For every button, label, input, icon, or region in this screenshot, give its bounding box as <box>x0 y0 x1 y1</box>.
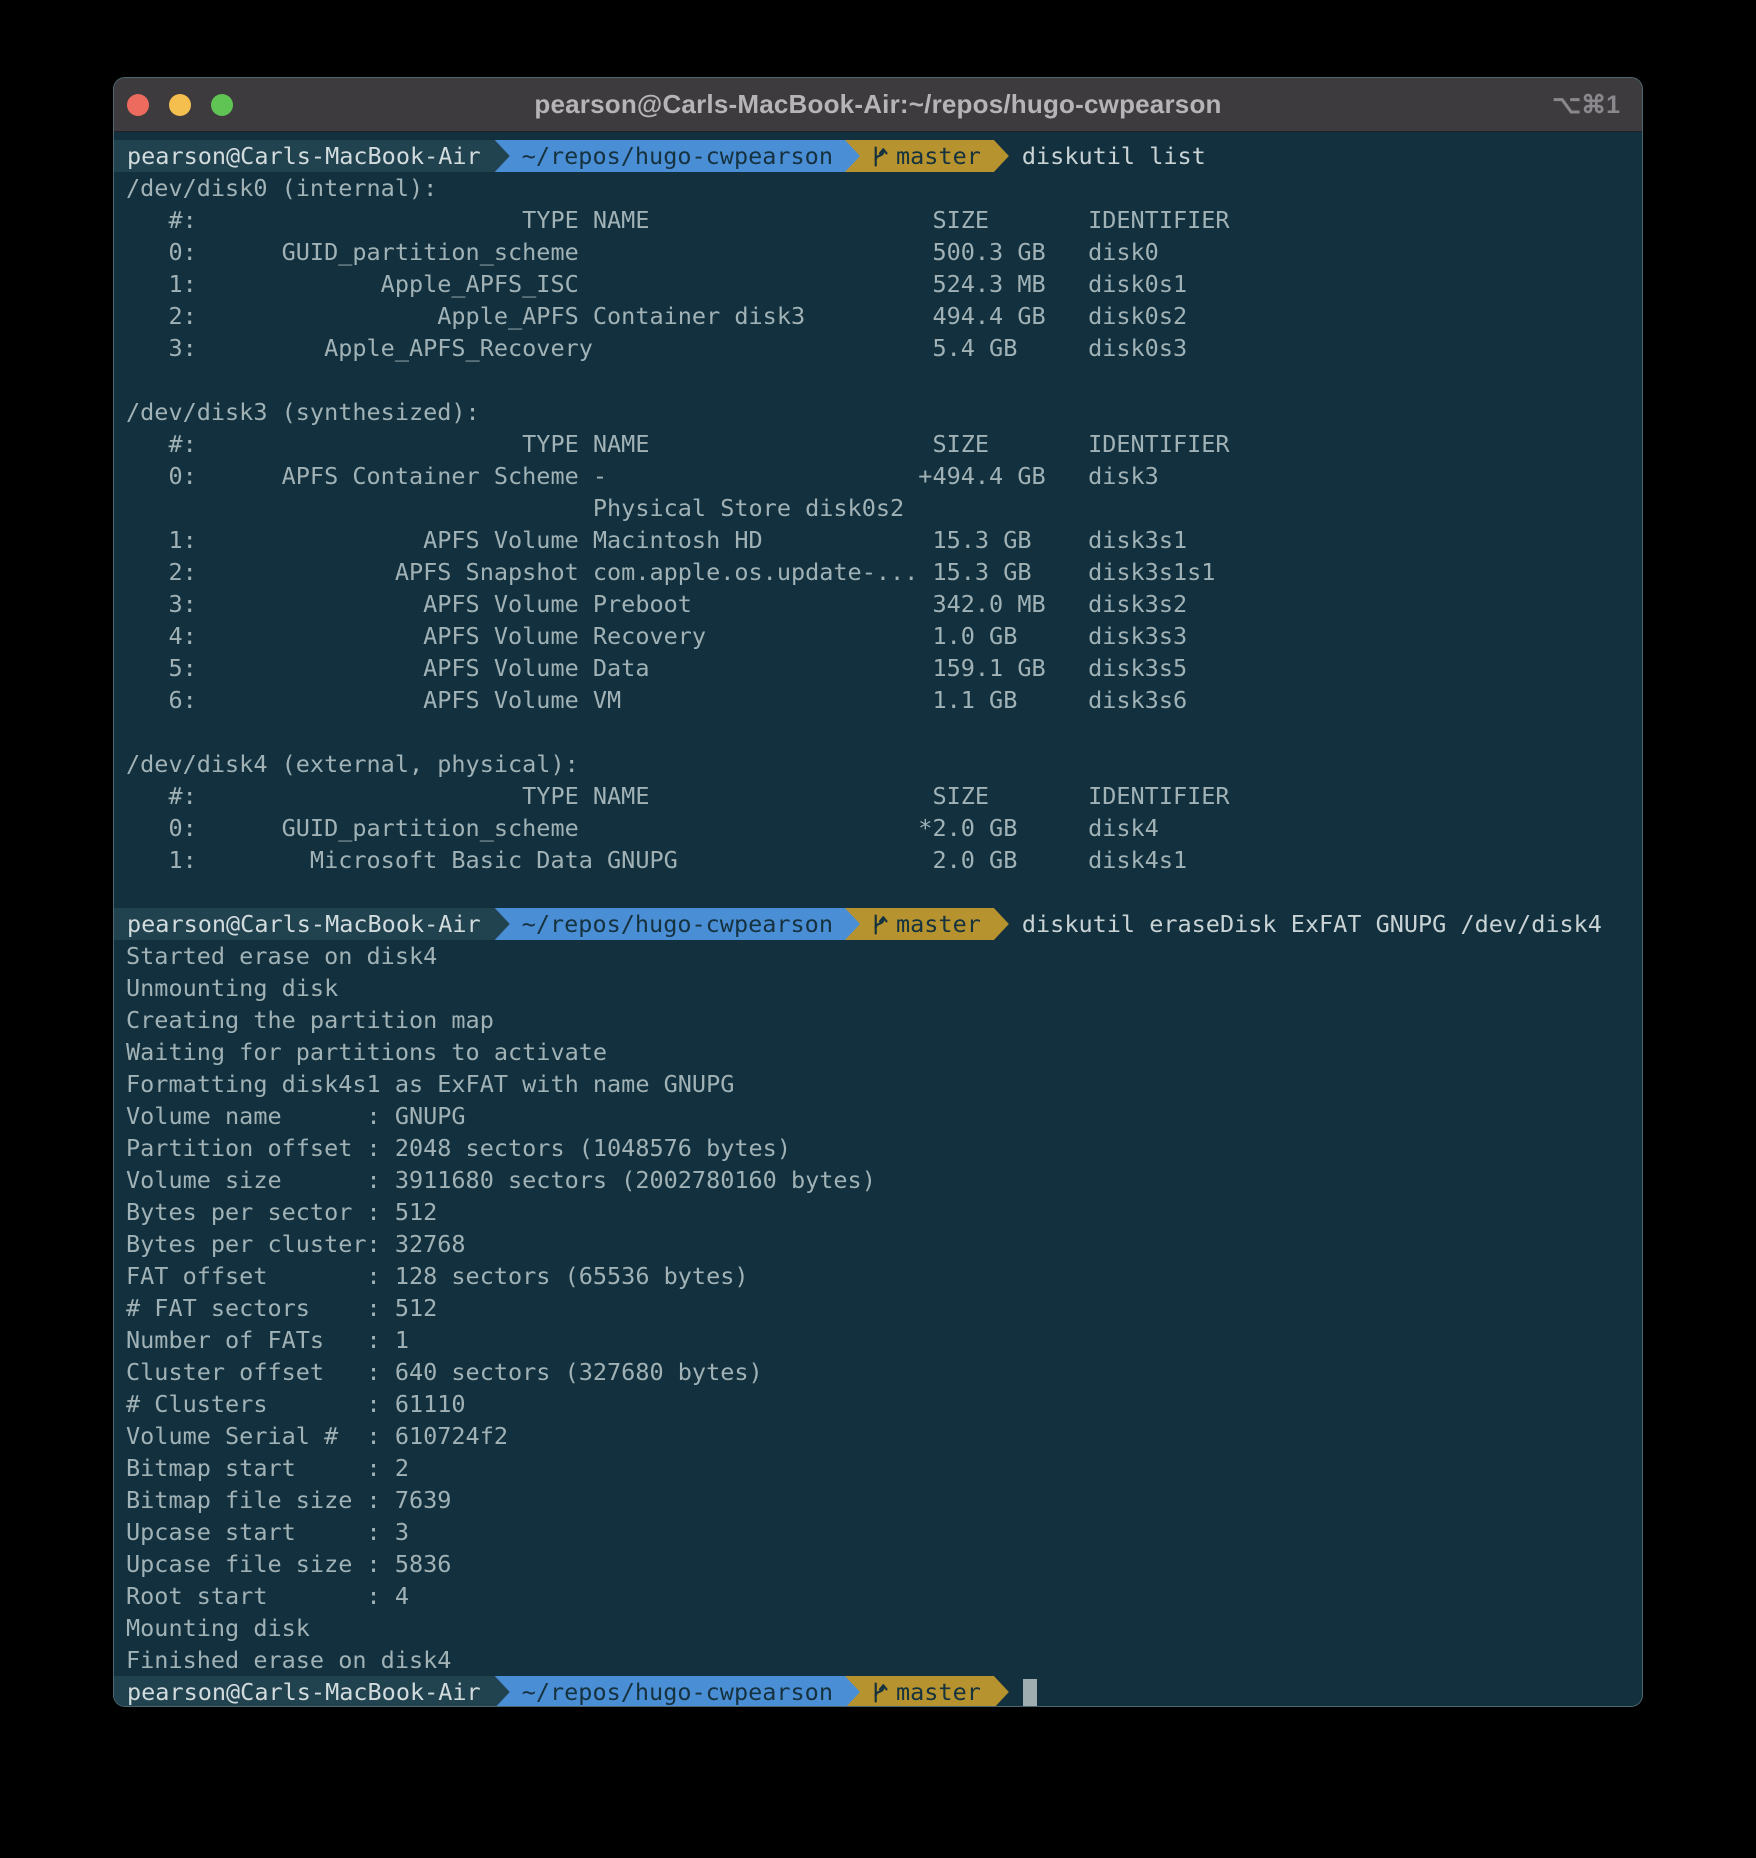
git-branch-name: master <box>896 908 981 940</box>
traffic-light-group <box>127 78 233 131</box>
powerline-arrow-icon <box>994 140 1009 172</box>
command-text-1: diskutil list <box>1022 140 1206 172</box>
prompt-segment-git: master <box>860 140 994 172</box>
powerline-arrow-icon <box>994 908 1009 940</box>
prompt-segment-directory: ~/repos/hugo-cwpearson <box>510 1676 845 1707</box>
powerline-arrow-icon <box>495 908 510 940</box>
prompt-user-host: pearson@Carls-MacBook-Air <box>127 1676 481 1707</box>
git-branch-name: master <box>896 140 981 172</box>
powerline-arrow-icon <box>845 1676 860 1707</box>
powerline-arrow-icon <box>845 908 860 940</box>
minimize-button[interactable] <box>169 94 191 116</box>
zoom-button[interactable] <box>211 94 233 116</box>
prompt-directory: ~/repos/hugo-cwpearson <box>522 1676 833 1707</box>
diskutil-list-output: /dev/disk0 (internal): #: TYPE NAME SIZE… <box>114 172 1642 876</box>
window-title: pearson@Carls-MacBook-Air:~/repos/hugo-c… <box>534 89 1221 120</box>
powerline-arrow-icon <box>495 1676 510 1707</box>
command-text-2: diskutil eraseDisk ExFAT GNUPG /dev/disk… <box>1022 908 1602 940</box>
window-shortcut-badge: ⌥⌘1 <box>1552 78 1620 131</box>
close-button[interactable] <box>127 94 149 116</box>
git-branch-icon <box>871 913 888 936</box>
prompt-segment-git: master <box>860 1676 994 1707</box>
powerline-arrow-icon <box>994 1676 1009 1707</box>
terminal-content[interactable]: pearson@Carls-MacBook-Air ~/repos/hugo-c… <box>114 132 1642 1707</box>
prompt-line-1: pearson@Carls-MacBook-Air ~/repos/hugo-c… <box>114 140 1642 172</box>
prompt-directory: ~/repos/hugo-cwpearson <box>522 908 833 940</box>
prompt-segment-user-host: pearson@Carls-MacBook-Air <box>114 140 495 172</box>
prompt-line-current: pearson@Carls-MacBook-Air ~/repos/hugo-c… <box>114 1676 1642 1707</box>
git-branch-name: master <box>896 1676 981 1707</box>
git-branch-icon <box>871 145 888 168</box>
git-branch-icon <box>871 1681 888 1704</box>
prompt-user-host: pearson@Carls-MacBook-Air <box>127 908 481 940</box>
prompt-segment-git: master <box>860 908 994 940</box>
prompt-directory: ~/repos/hugo-cwpearson <box>522 140 833 172</box>
prompt-user-host: pearson@Carls-MacBook-Air <box>127 140 481 172</box>
powerline-arrow-icon <box>845 140 860 172</box>
erase-disk-output: Started erase on disk4 Unmounting disk C… <box>114 940 1642 1676</box>
prompt-segment-user-host: pearson@Carls-MacBook-Air <box>114 908 495 940</box>
prompt-segment-directory: ~/repos/hugo-cwpearson <box>510 908 845 940</box>
prompt-line-2: pearson@Carls-MacBook-Air ~/repos/hugo-c… <box>114 908 1642 940</box>
powerline-arrow-icon <box>495 140 510 172</box>
window-titlebar[interactable]: pearson@Carls-MacBook-Air:~/repos/hugo-c… <box>114 78 1642 132</box>
prompt-segment-user-host: pearson@Carls-MacBook-Air <box>114 1676 495 1707</box>
prompt-segment-directory: ~/repos/hugo-cwpearson <box>510 140 845 172</box>
terminal-window: pearson@Carls-MacBook-Air:~/repos/hugo-c… <box>113 77 1643 1707</box>
terminal-block-cursor[interactable] <box>1023 1679 1037 1706</box>
